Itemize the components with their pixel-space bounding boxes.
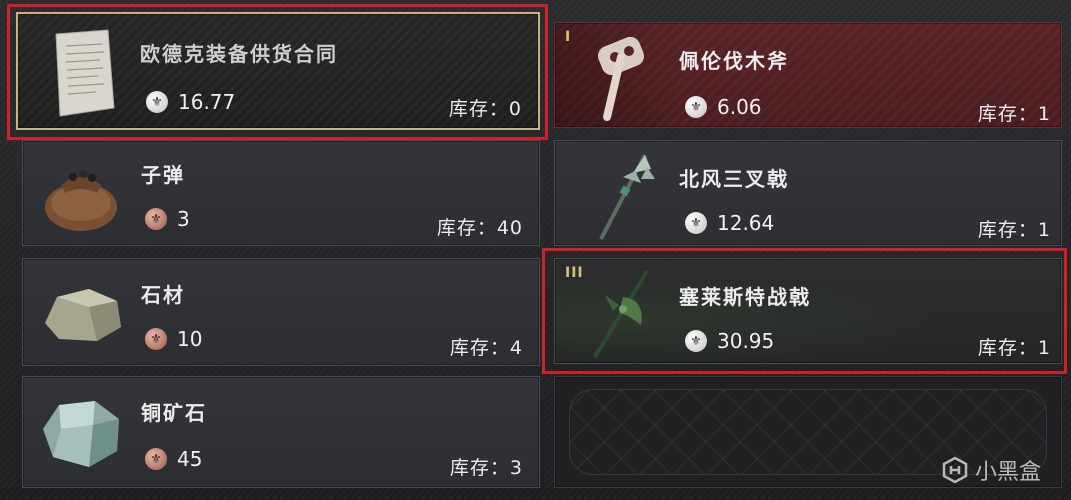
item-price: ⚜ 30.95: [685, 329, 774, 353]
price-value: 3: [177, 207, 190, 231]
tier-badge: III: [565, 265, 584, 281]
copper-coin-icon: ⚜: [145, 448, 167, 470]
bullet-pouch-icon: [39, 155, 123, 235]
inventory-right-column: I 佩伦伐木斧 ⚜ 6.06 库存：1 北风三叉戟 ⚜ 12.64 库存：1 I…: [542, 0, 1071, 500]
copper-coin-icon: ⚜: [145, 328, 167, 350]
watermark-text: 小黑盒: [974, 460, 1041, 485]
silver-coin-icon: ⚜: [685, 212, 707, 234]
halberd-icon: [583, 265, 665, 361]
item-price: ⚜ 10: [145, 327, 202, 351]
item-card-halberd[interactable]: III 塞莱斯特战戟 ⚜ 30.95 库存：1: [554, 258, 1062, 364]
copper-coin-icon: ⚜: [145, 208, 167, 230]
price-value: 6.06: [717, 95, 762, 119]
item-stock: 库存：1: [977, 103, 1051, 125]
item-card-bullets[interactable]: 子弹 ⚜ 3 库存：40: [22, 140, 540, 246]
watermark: 小黑盒: [941, 454, 1041, 486]
item-card-stone[interactable]: 石材 ⚜ 10 库存：4: [22, 258, 540, 366]
item-name: 塞莱斯特战戟: [679, 285, 811, 309]
item-price: ⚜ 16.77: [146, 90, 235, 114]
price-value: 45: [177, 447, 203, 471]
item-stock: 库存：4: [449, 337, 523, 359]
item-price: ⚜ 6.06: [685, 95, 762, 119]
item-price: ⚜ 3: [145, 207, 190, 231]
item-name: 石材: [141, 283, 185, 307]
item-price: ⚜ 45: [145, 447, 202, 471]
stone-icon: [39, 279, 127, 349]
copper-ore-icon: [37, 395, 125, 471]
trident-icon: [583, 147, 665, 243]
item-name: 佩伦伐木斧: [679, 49, 789, 73]
price-value: 10: [177, 327, 203, 351]
item-stock: 库存：0: [448, 98, 522, 120]
silver-coin-icon: ⚜: [146, 91, 168, 113]
price-value: 30.95: [717, 329, 775, 353]
paper-contract-icon: [48, 28, 120, 120]
item-card-trident[interactable]: 北风三叉戟 ⚜ 12.64 库存：1: [554, 140, 1062, 246]
silver-coin-icon: ⚜: [685, 96, 707, 118]
item-card-copper-ore[interactable]: 铜矿石 ⚜ 45 库存：3: [22, 376, 540, 488]
silver-coin-icon: ⚜: [685, 330, 707, 352]
item-card-contract[interactable]: 欧德克装备供货合同 ⚜ 16.77 库存：0: [16, 12, 540, 130]
item-price: ⚜ 12.64: [685, 211, 774, 235]
item-stock: 库存：1: [977, 337, 1051, 359]
item-name: 欧德克装备供货合同: [140, 42, 338, 66]
item-name: 北风三叉戟: [679, 167, 789, 191]
price-value: 12.64: [717, 211, 775, 235]
axe-icon: [585, 31, 665, 123]
item-stock: 库存：3: [449, 457, 523, 479]
item-stock: 库存：1: [977, 219, 1051, 241]
tier-badge: I: [565, 29, 572, 45]
item-card-woodcutter-axe[interactable]: I 佩伦伐木斧 ⚜ 6.06 库存：1: [554, 22, 1062, 128]
price-value: 16.77: [178, 90, 236, 114]
heybox-logo-icon: [942, 456, 968, 484]
item-stock: 库存：40: [436, 217, 523, 239]
inventory-left-column: 欧德克装备供货合同 ⚜ 16.77 库存：0 子弹 ⚜ 3 库存：40 石材 ⚜…: [0, 0, 548, 500]
item-name: 铜矿石: [141, 401, 207, 425]
item-name: 子弹: [141, 163, 185, 187]
